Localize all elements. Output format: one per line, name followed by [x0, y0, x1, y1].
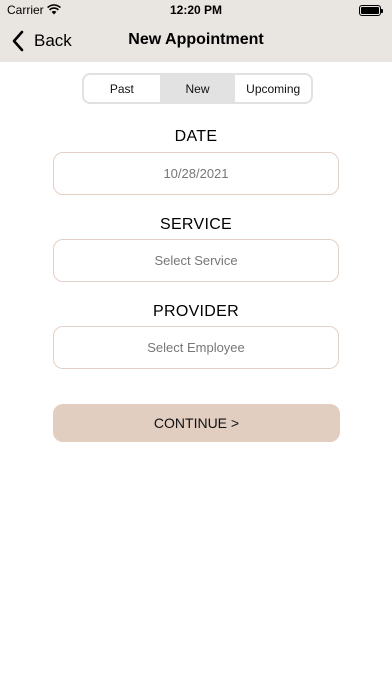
provider-field[interactable]: Select Employee — [53, 326, 339, 369]
status-bar: Carrier 12:20 PM — [0, 0, 392, 20]
top-bar: Carrier 12:20 PM Back New Appointment — [0, 0, 392, 62]
date-label: DATE — [174, 128, 218, 145]
service-label: SERVICE — [159, 216, 233, 233]
battery-icon — [359, 5, 383, 16]
provider-label: PROVIDER — [153, 303, 239, 320]
navigation-bar: Back New Appointment — [0, 20, 392, 62]
appointment-segmented-control: Past New Upcoming — [82, 73, 313, 104]
status-time: 12:20 PM — [169, 3, 223, 17]
date-field[interactable]: 10/28/2021 — [53, 152, 339, 195]
page-title: New Appointment — [128, 31, 264, 48]
segment-new[interactable]: New — [159, 75, 236, 102]
continue-button[interactable]: CONTINUE > — [53, 404, 340, 442]
segment-upcoming[interactable]: Upcoming — [235, 75, 311, 102]
service-field[interactable]: Select Service — [53, 239, 339, 282]
segment-past[interactable]: Past — [84, 75, 160, 102]
